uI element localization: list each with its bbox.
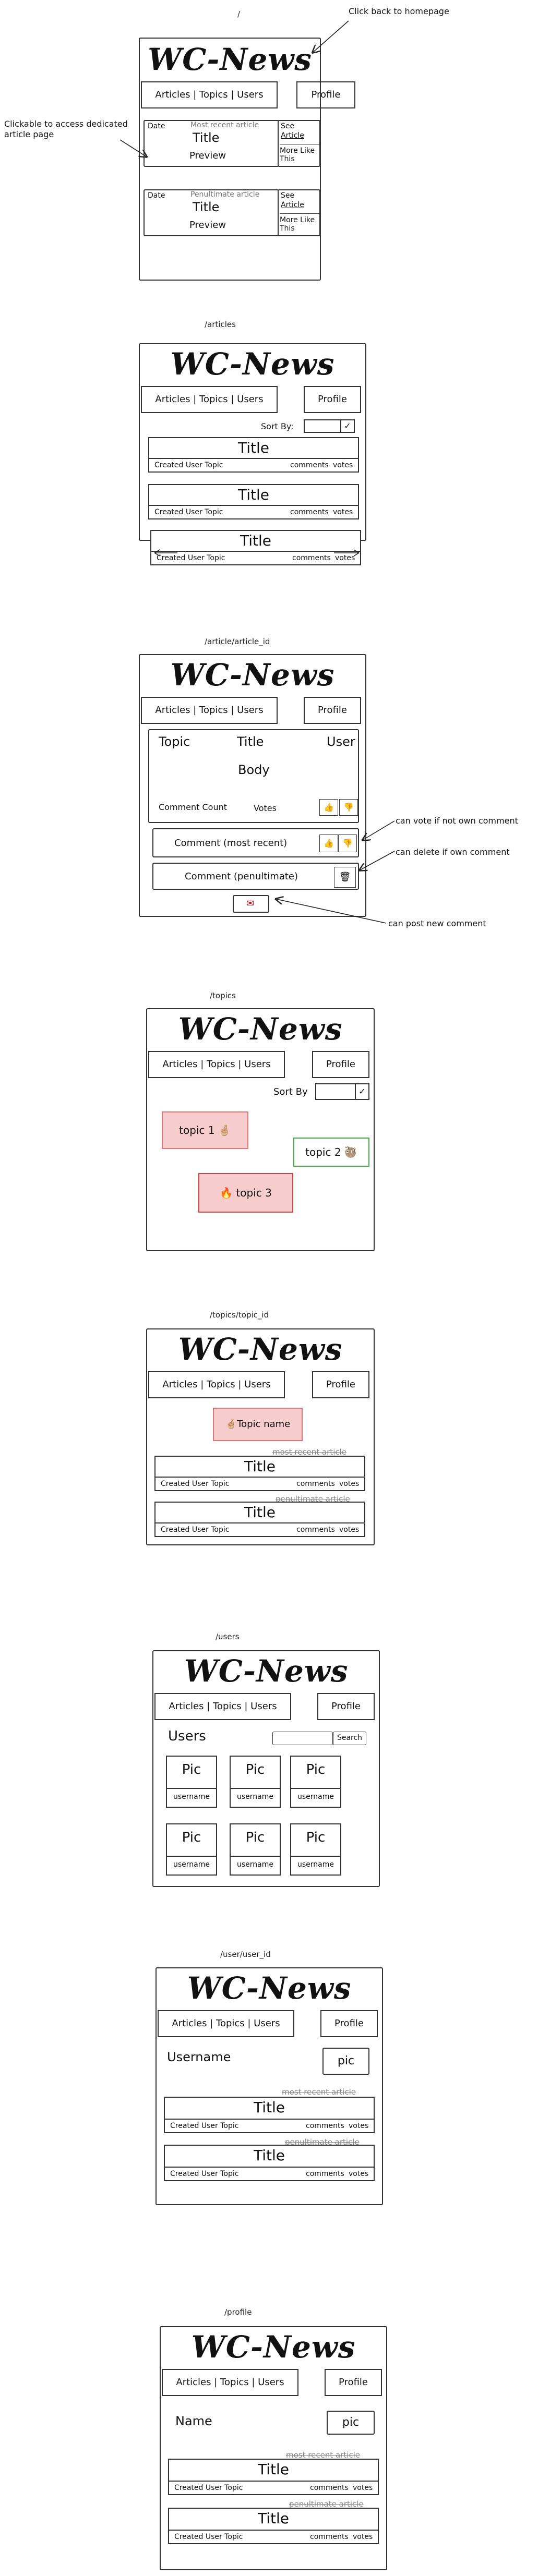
arrow-can-delete	[360, 851, 395, 870]
annotation-arrows	[119, 20, 395, 924]
arrow-clickable-article	[119, 139, 146, 156]
arrow-can-vote	[363, 820, 395, 840]
arrow-can-post	[277, 899, 387, 924]
arrow-back-homepage	[313, 20, 349, 52]
